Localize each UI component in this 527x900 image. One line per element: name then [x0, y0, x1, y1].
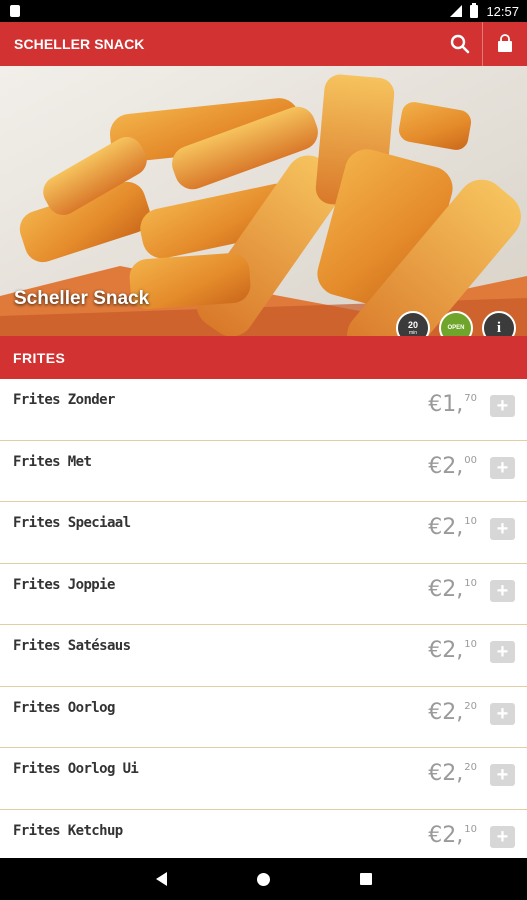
- item-name: Frites Satésaus: [13, 638, 131, 654]
- menu-item[interactable]: Frites Oorlog Ui €2, 20 +: [0, 748, 527, 810]
- notification-icon: [10, 5, 20, 17]
- category-header: FRITES: [0, 336, 527, 379]
- menu-item[interactable]: Frites Zonder €1, 70 +: [0, 379, 527, 441]
- price-main: €2,: [428, 699, 464, 725]
- price-cents: 00: [464, 454, 477, 466]
- add-to-cart-button[interactable]: +: [490, 395, 515, 417]
- add-to-cart-button[interactable]: +: [490, 764, 515, 786]
- item-price: €2, 10: [428, 576, 477, 602]
- menu-item[interactable]: Frites Joppie €2, 10 +: [0, 563, 527, 625]
- signal-icon: [450, 5, 463, 17]
- item-name: Frites Oorlog: [13, 699, 115, 716]
- restaurant-name: Scheller Snack: [14, 288, 150, 309]
- add-to-cart-button[interactable]: +: [490, 702, 515, 725]
- item-price: €2, 20: [428, 762, 477, 786]
- item-price: €1, 70: [428, 393, 477, 417]
- home-icon[interactable]: [256, 872, 270, 886]
- price-main: €2,: [428, 638, 464, 663]
- price-main: €2,: [428, 822, 464, 848]
- price-cents: 10: [464, 823, 477, 835]
- menu-item[interactable]: Frites Speciaal €2, 10 +: [0, 502, 527, 564]
- shopping-bag-icon: [498, 34, 512, 52]
- price-cents: 10: [464, 639, 477, 650]
- info-icon: i: [496, 319, 502, 336]
- menu-item[interactable]: Frites Ketchup €2, 10 +: [0, 809, 527, 858]
- menu-item[interactable]: Frites Met €2, 00 +: [0, 440, 527, 502]
- price-main: €2,: [428, 576, 464, 602]
- price-cents: 70: [464, 393, 477, 404]
- price-main: €2,: [428, 453, 464, 479]
- menu-item[interactable]: Frites Oorlog €2, 20 +: [0, 686, 527, 748]
- price-cents: 20: [464, 762, 477, 773]
- item-name: Frites Oorlog Ui: [13, 761, 139, 777]
- item-name: Frites Joppie: [13, 576, 115, 593]
- add-to-cart-button[interactable]: +: [490, 825, 515, 848]
- delivery-time-unit: min: [408, 329, 418, 336]
- item-price: €2, 00: [428, 453, 477, 479]
- add-to-cart-button[interactable]: +: [490, 456, 515, 479]
- app-bar: SCHELLER SNACK: [0, 22, 527, 66]
- item-price: €2, 10: [428, 516, 477, 540]
- price-main: €1,: [428, 392, 464, 417]
- search-icon: [450, 34, 470, 54]
- recents-icon[interactable]: [359, 873, 372, 885]
- hero-banner: Scheller Snack 20 min OPEN i: [0, 66, 527, 336]
- menu-item[interactable]: Frites Satésaus €2, 10 +: [0, 625, 527, 687]
- app-title: SCHELLER SNACK: [14, 36, 145, 52]
- search-button[interactable]: [438, 22, 482, 66]
- item-name: Frites Met: [13, 453, 92, 470]
- price-main: €2,: [428, 515, 464, 540]
- clock: 12:57: [486, 3, 519, 19]
- item-price: €2, 10: [428, 639, 477, 663]
- item-name: Frites Speciaal: [13, 515, 131, 531]
- status-bar: 12:57: [0, 0, 527, 22]
- menu-list[interactable]: Frites Zonder €1, 70 + Frites Met €2, 00 +…: [0, 379, 527, 858]
- add-to-cart-button[interactable]: +: [490, 579, 515, 602]
- item-price: €2, 10: [428, 822, 477, 848]
- battery-icon: [470, 2, 479, 18]
- price-cents: 10: [464, 516, 477, 527]
- price-cents: 20: [464, 700, 477, 712]
- price-main: €2,: [428, 761, 464, 786]
- system-nav-bar: [0, 858, 527, 900]
- add-to-cart-button[interactable]: +: [490, 518, 515, 540]
- back-icon[interactable]: [155, 872, 167, 886]
- delivery-time-value: 20: [407, 319, 418, 330]
- item-name: Frites Zonder: [13, 392, 115, 408]
- price-cents: 10: [464, 577, 477, 589]
- cart-button[interactable]: [483, 22, 527, 66]
- item-name: Frites Ketchup: [13, 822, 123, 839]
- item-price: €2, 20: [428, 699, 477, 725]
- add-to-cart-button[interactable]: +: [490, 641, 515, 663]
